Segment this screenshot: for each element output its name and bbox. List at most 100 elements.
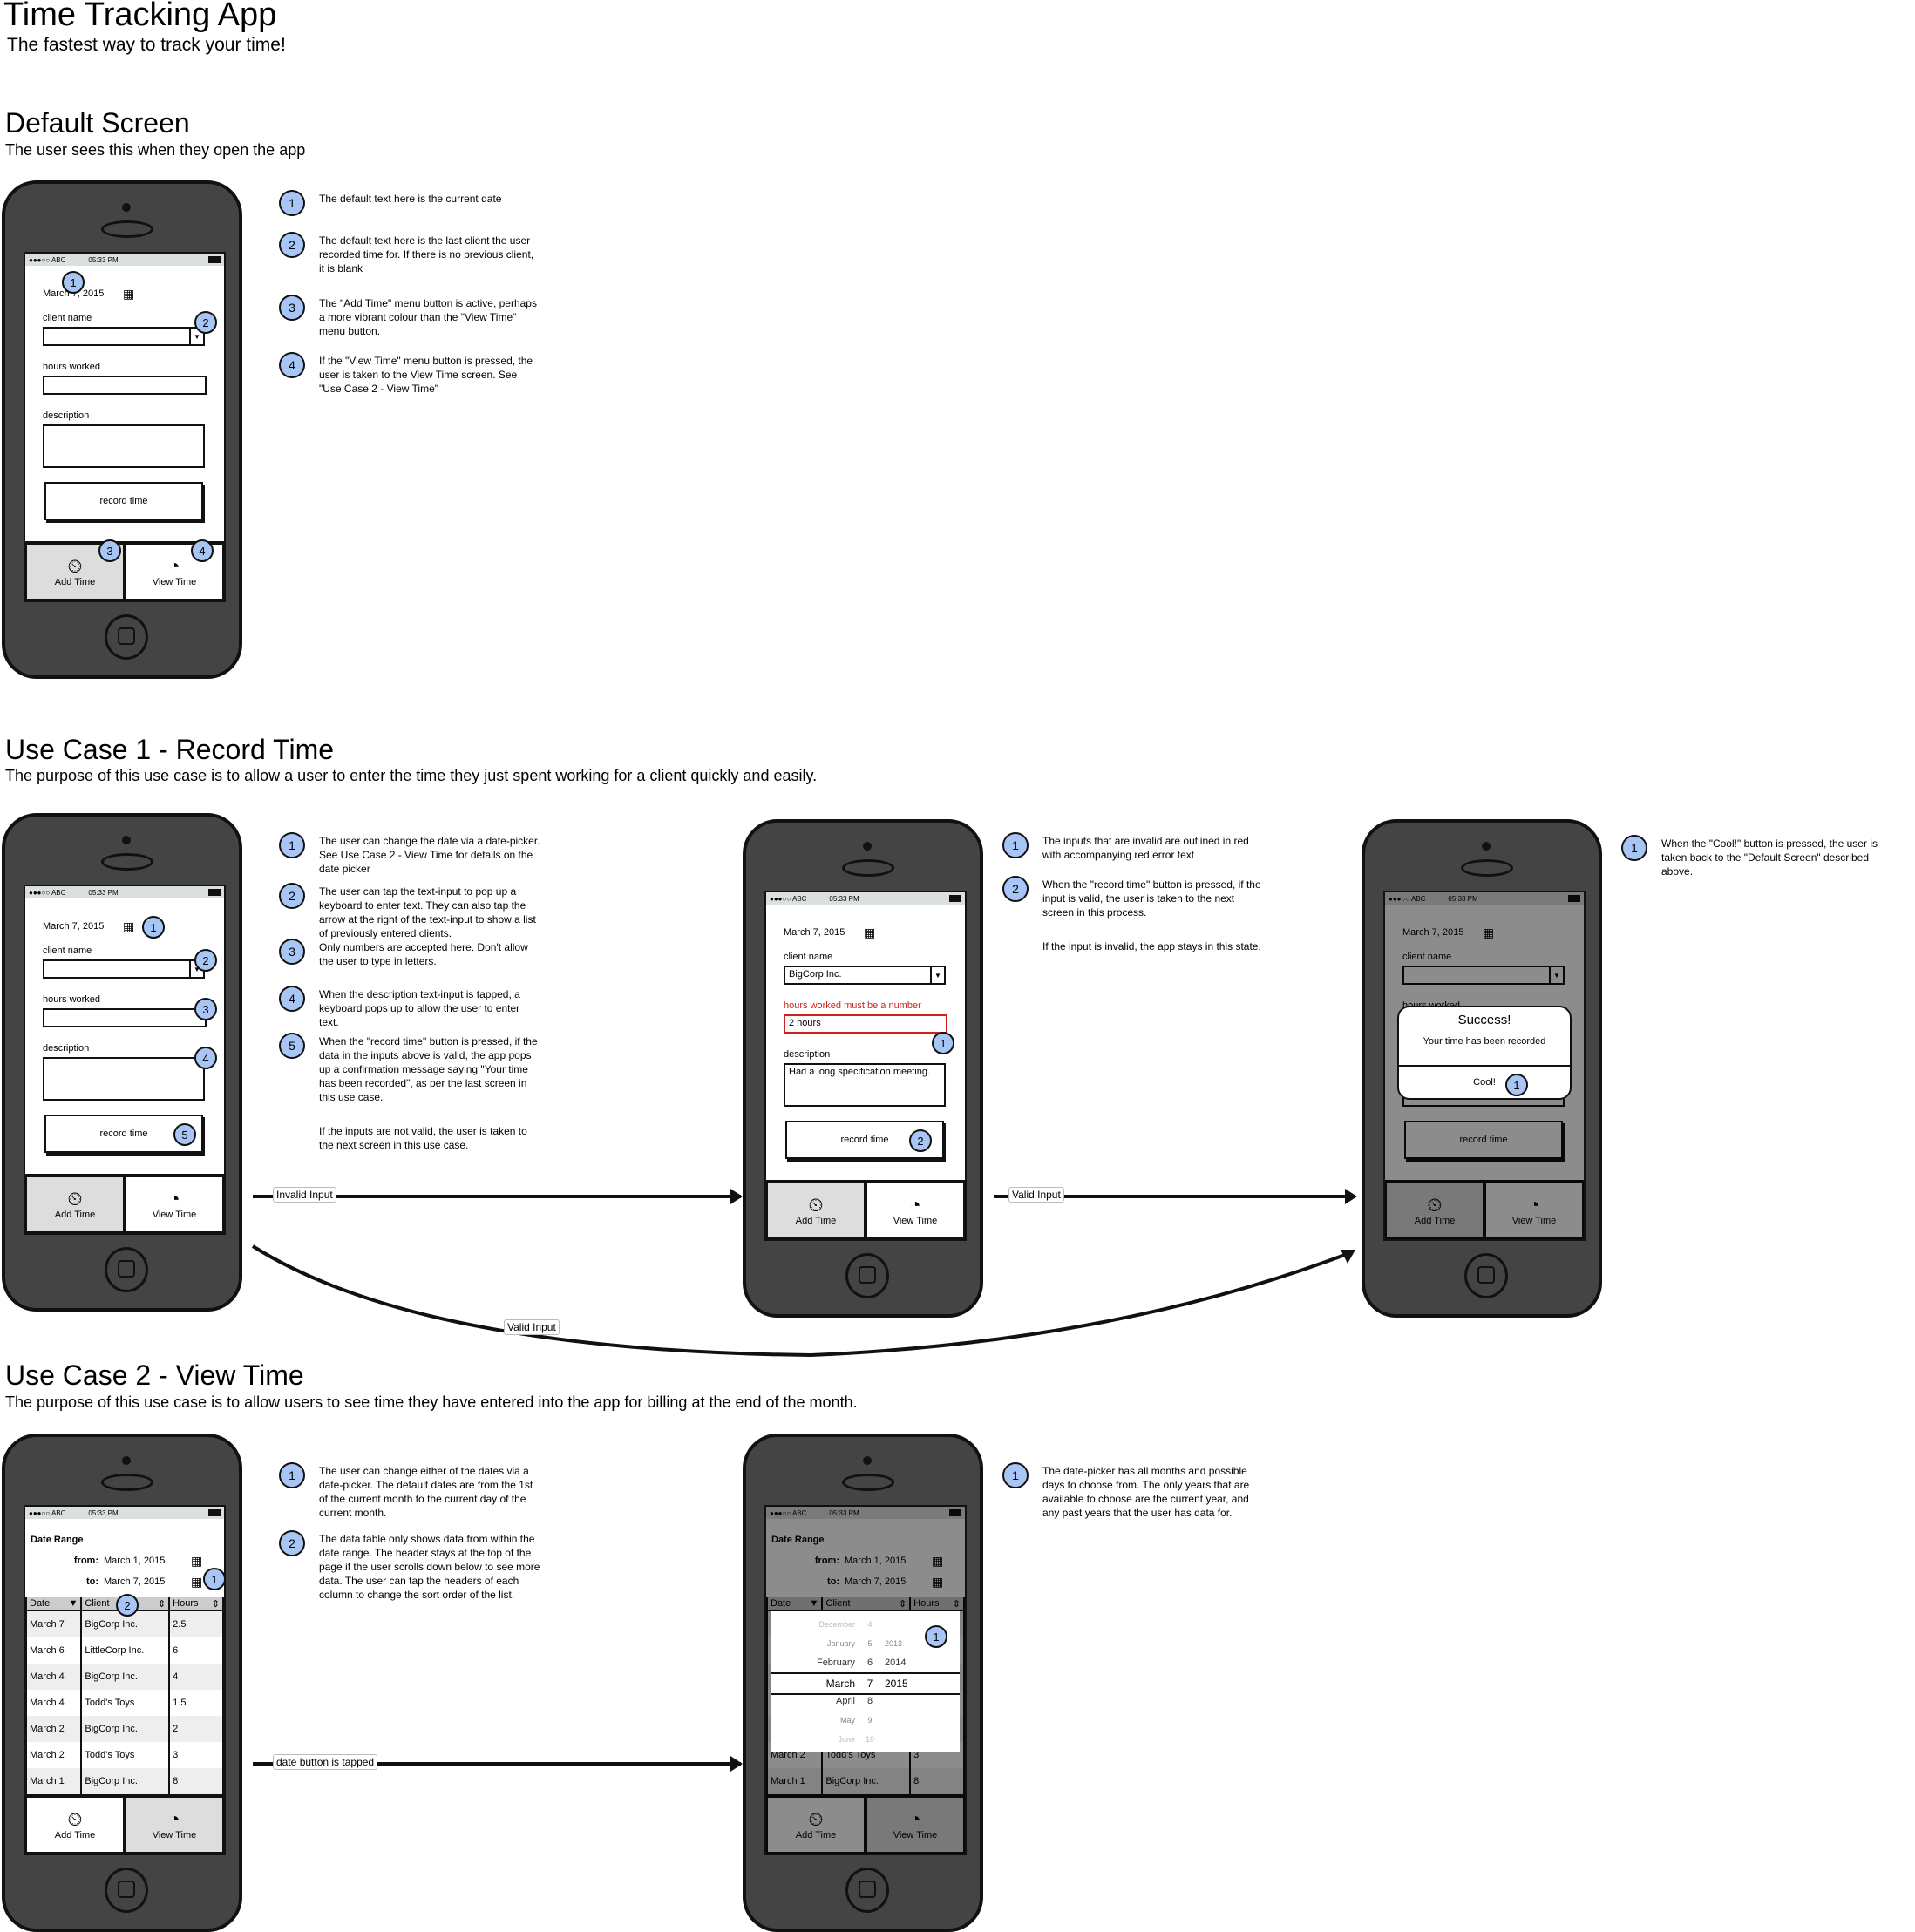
home-button[interactable] [105,1247,148,1292]
calendar-icon[interactable]: ▦ [123,287,137,301]
annotation-text: The data table only shows data from with… [319,1533,540,1601]
tab-view-time[interactable]: ◔ View Time [125,1176,224,1233]
battery-icon [208,1509,221,1516]
clock: 05:33 PM [88,1508,119,1517]
callout-badge: 4 [279,986,305,1012]
annotation-text: If the inputs are not valid, the user is… [319,1125,527,1151]
description-input[interactable] [43,424,205,468]
picker-month: December [818,1620,855,1629]
tab-view-time[interactable]: ◔ View Time [125,1796,224,1854]
tab-view-time[interactable]: ◔ View Time [866,1182,965,1239]
client-name-input[interactable]: ▼ [43,327,205,346]
client-value: BigCorp Inc. [789,969,842,980]
annotation-note: 1 The date-picker has all months and poss… [1002,1462,1264,1520]
tab-add-time[interactable]: ⏲ Add Time [25,1796,125,1854]
picker-month: February [816,1657,855,1668]
tab-bar: ⏲ Add Time ◔ View Time [25,1794,224,1854]
annotation-text: The default text here is the current dat… [319,193,502,205]
speaker-icon [101,853,153,871]
picker-month: January [826,1639,855,1648]
phone-screen: ●●●○○ ABC 05:33 PM March 7, 2015 ▦ client na… [764,891,967,1241]
picker-month: June [838,1735,855,1744]
phone-uc1-success: ●●●○○ ABC 05:33 PM March 7, 2015 ▦ client na… [1362,819,1602,1318]
picker-day: 10 [865,1735,874,1744]
table-cell: March 4 [25,1690,83,1716]
use-case-2-description: The purpose of this use case is to allow… [5,1393,858,1411]
description-value: Had a long specification meeting. [789,1067,931,1077]
camera-icon [863,1456,872,1465]
picker-day: 5 [867,1639,873,1648]
speaker-icon [842,1474,894,1491]
picker-day: 6 [866,1657,873,1668]
pie-chart-icon: ◔ [168,1188,180,1210]
tab-add-time[interactable]: ⏲ Add Time [25,1176,125,1233]
description-label: description [43,1043,90,1054]
annotation-text: If the "View Time" menu button is presse… [319,355,533,395]
speaker-icon [101,1474,153,1491]
home-button[interactable] [1464,1253,1508,1298]
picker-year: 2014 [885,1657,907,1668]
calendar-icon[interactable]: ▦ [123,919,137,933]
chevron-down-icon[interactable]: ▼ [930,967,944,983]
tab-label: Add Time [54,1830,96,1840]
client-name-input[interactable]: ▼ [43,959,205,979]
annotation-text: The inputs that are invalid are outlined… [1042,835,1249,861]
hours-worked-label: hours worked [43,362,101,372]
from-date-value[interactable]: March 1, 2015 [104,1556,165,1566]
callout-badge: 1 [1002,1462,1029,1488]
table-row[interactable]: March 4Todd's Toys1.5 [25,1690,224,1716]
table-cell: March 1 [25,1768,83,1794]
dialog-title: Success! [1457,1013,1511,1027]
callout-badge: 4 [279,352,305,378]
home-button[interactable] [845,1868,889,1913]
tab-add-time[interactable]: ⏲ Add Time [766,1182,866,1239]
picker-row[interactable]: February 6 2014 [771,1653,960,1672]
table-row[interactable]: March 2 Todd's Toys 3 [25,1742,224,1768]
table-cell: 1.5 [168,1690,224,1716]
home-button[interactable] [105,614,148,660]
annotation-text: The user can tap the text-input to pop u… [319,885,536,939]
annotation-note: 1 The user can change the date via a date… [279,832,540,876]
calendar-icon[interactable]: ▦ [864,925,878,939]
table-cell: 8 [168,1768,224,1794]
date-label[interactable]: March 7, 2015 [784,927,845,938]
table-row[interactable]: March 1 BigCorp Inc. 8 [25,1768,224,1794]
tab-label: View Time [893,1216,938,1226]
callout-badge: 1 [1621,835,1647,861]
callout-badge: 1 [279,832,305,858]
table-row[interactable]: March 6LittleCorp Inc.6 [25,1637,224,1664]
picker-row[interactable]: May 9 [771,1711,960,1730]
table-cell: March 2 [25,1742,83,1768]
table-cell: March 6 [25,1637,83,1664]
calendar-icon[interactable]: ▦ [191,1554,205,1568]
hours-error-text: hours worked must be a number [784,1000,921,1011]
annotation-note: 2 The data table only shows data from wit… [279,1530,540,1602]
table-row[interactable]: March 4BigCorp Inc.4 [25,1664,224,1690]
hours-worked-input[interactable] [43,376,207,395]
description-input[interactable]: Had a long specification meeting. [784,1063,946,1107]
client-name-label: client name [43,946,92,956]
annotation-note: 2 The default text here is the last clien… [279,232,540,275]
column-header-hours[interactable]: Hours ⇕ [168,1597,224,1611]
callout-badge: 1 [925,1625,947,1648]
picker-row[interactable]: April 8 [771,1691,960,1711]
table-cell: 2.5 [168,1610,224,1637]
date-label[interactable]: March 7, 2015 [43,921,104,932]
cool-button[interactable]: Cool! [1399,1065,1570,1098]
hours-worked-input[interactable] [43,1008,207,1027]
hours-worked-input[interactable]: 2 hours [784,1014,947,1034]
table-row[interactable]: March 2BigCorp Inc.2 [25,1716,224,1742]
picker-month: March [825,1678,855,1690]
callout-badge: 2 [116,1594,139,1617]
annotation-note: 3 Only numbers are accepted here. Don't a… [279,939,540,968]
picker-row[interactable]: June 10 [771,1730,960,1749]
record-time-button[interactable]: record time [44,482,203,520]
table-cell: BigCorp Inc. [80,1768,171,1794]
description-label: description [43,410,90,421]
to-date-value[interactable]: March 7, 2015 [104,1576,165,1587]
client-name-input[interactable]: BigCorp Inc. ▼ [784,966,946,985]
column-header-date[interactable]: Date ▼ [25,1597,83,1611]
home-button[interactable] [105,1868,148,1913]
description-input[interactable] [43,1057,205,1101]
phone-uc2-picker: ●●●○○ ABC 05:33 PM Date Range from: March 1,… [743,1434,983,1932]
